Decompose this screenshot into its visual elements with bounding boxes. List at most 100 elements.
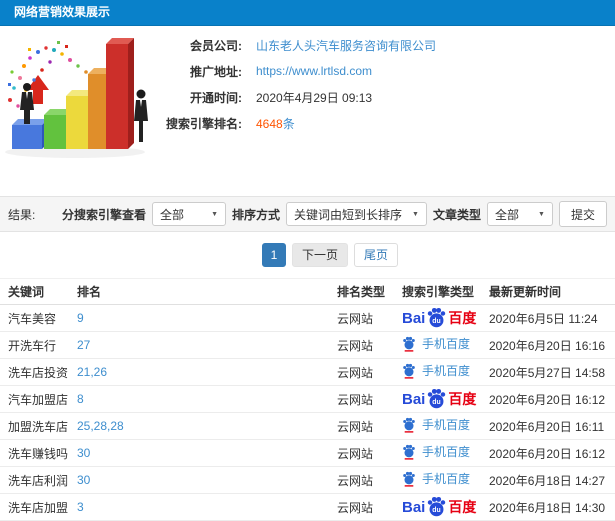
keyword-cell: 洗车店利润: [0, 466, 77, 494]
open-time-row: 开通时间: 2020年4月29日 09:13: [148, 84, 436, 110]
engine-cell: Bai du 百度: [402, 493, 489, 521]
engine-cell: 手机百度: [402, 331, 489, 359]
table-row: 汽车加盟店 8 云网站 Bai du 百度 2020年6月20日 16:12: [0, 385, 615, 413]
rank-link[interactable]: 25,28,28: [77, 419, 124, 433]
mobile-baidu-logo: 手机百度: [402, 444, 470, 460]
mobile-baidu-logo: 手机百度: [402, 363, 470, 379]
last-page-button[interactable]: 尾页: [354, 243, 399, 267]
update-time-cell: 2020年6月20日 16:16: [489, 331, 615, 359]
rank-cell: 25,28,28: [77, 412, 337, 440]
header-update-time: 最新更新时间: [489, 278, 615, 305]
keyword-cell: 开洗车行: [0, 331, 77, 359]
rank-link[interactable]: 3: [77, 500, 84, 514]
rank-type-cell: 云网站: [337, 493, 402, 521]
table-row: 加盟洗车店 25,28,28 云网站 手机百度 2020年6月20日 16:11: [0, 412, 615, 440]
rank-type-cell: 云网站: [337, 358, 402, 386]
keyword-cell: 汽车美容: [0, 304, 77, 332]
caret-down-icon: ▼: [538, 210, 545, 218]
table-row: 洗车店加盟 3 云网站 Bai du 百度 2020年6月18日 14:30: [0, 493, 615, 521]
update-time-cell: 2020年6月5日 11:24: [489, 304, 615, 332]
keyword-ranking-table: 关键词 排名 排名类型 搜索引擎类型 最新更新时间 汽车美容 9 云网站 Bai…: [0, 278, 615, 521]
update-time-cell: 2020年5月27日 14:58: [489, 358, 615, 386]
engine-cell: 手机百度: [402, 412, 489, 440]
member-company-link[interactable]: 山东老人头汽车服务咨询有限公司: [256, 37, 436, 54]
baidu-paw-icon: du: [428, 388, 446, 408]
mobile-baidu-logo: 手机百度: [402, 417, 470, 433]
baidu-paw-icon: du: [428, 307, 446, 327]
engine-rank-value: 4648条: [256, 115, 295, 132]
filter-controls: 分搜索引擎查看 全部 ▼ 排序方式 关键词由短到长排序 ▼ 文章类型 全部 ▼ …: [62, 201, 607, 227]
header-rank-type: 排名类型: [337, 278, 402, 305]
rank-unit: 条: [282, 116, 295, 131]
window-title-bar: 网络营销效果展示: [0, 0, 615, 26]
svg-text:du: du: [433, 506, 441, 513]
keyword-cell: 加盟洗车店: [0, 412, 77, 440]
page-1-button[interactable]: 1: [262, 243, 286, 267]
baidu-logo: Bai du 百度: [402, 307, 477, 329]
rank-link[interactable]: 8: [77, 392, 84, 406]
next-page-button[interactable]: 下一页: [292, 243, 349, 267]
baidu-wordmark-cn: 百度: [448, 310, 477, 326]
sort-select-value: 关键词由短到长排序: [294, 207, 403, 222]
rank-type-cell: 云网站: [337, 439, 402, 467]
company-info-fields: 会员公司: 山东老人头汽车服务咨询有限公司 推广地址: https://www.…: [148, 32, 436, 136]
update-time-cell: 2020年6月20日 16:11: [489, 412, 615, 440]
table-header-row: 关键词 排名 排名类型 搜索引擎类型 最新更新时间: [0, 278, 615, 305]
rank-cell: 9: [77, 304, 337, 332]
mobile-baidu-paw-icon: [403, 363, 415, 379]
promo-url-row: 推广地址: https://www.lrtlsd.com: [148, 58, 436, 84]
open-time-value: 2020年4月29日 09:13: [256, 90, 373, 105]
table-row: 汽车美容 9 云网站 Bai du 百度 2020年6月5日 11:24: [0, 304, 615, 332]
header-rank: 排名: [77, 278, 337, 305]
update-time-cell: 2020年6月18日 14:27: [489, 466, 615, 494]
engine-filter-label: 分搜索引擎查看: [61, 207, 146, 222]
table-row: 开洗车行 27 云网站 手机百度 2020年6月20日 16:16: [0, 331, 615, 359]
rank-cell: 8: [77, 385, 337, 413]
baidu-logo: Bai du 百度: [402, 496, 477, 518]
engine-rank-label: 搜索引擎排名:: [166, 116, 242, 131]
engine-cell: 手机百度: [402, 466, 489, 494]
article-type-label: 文章类型: [432, 207, 481, 222]
mobile-baidu-label: 手机百度: [422, 444, 471, 459]
promo-url-link[interactable]: https://www.lrtlsd.com: [256, 64, 372, 78]
submit-button[interactable]: 提交: [558, 201, 607, 227]
article-type-select[interactable]: 全部 ▼: [486, 202, 553, 226]
rank-type-cell: 云网站: [337, 304, 402, 332]
rank-link[interactable]: 9: [77, 311, 84, 325]
rank-link[interactable]: 30: [77, 446, 90, 460]
engine-rank-row: 搜索引擎排名: 4648条: [148, 110, 436, 136]
engine-cell: 手机百度: [402, 439, 489, 467]
member-company-row: 会员公司: 山东老人头汽车服务咨询有限公司: [148, 32, 436, 58]
sort-select[interactable]: 关键词由短到长排序 ▼: [286, 202, 427, 226]
rank-type-cell: 云网站: [337, 466, 402, 494]
mobile-baidu-label: 手机百度: [422, 336, 471, 351]
engine-cell: Bai du 百度: [402, 304, 489, 332]
mobile-baidu-label: 手机百度: [422, 363, 471, 378]
baidu-wordmark-cn: 百度: [448, 499, 477, 515]
mobile-baidu-logo: 手机百度: [402, 471, 470, 487]
bar-chart-illustration: [5, 38, 148, 158]
rank-cell: 3: [77, 493, 337, 521]
mobile-baidu-label: 手机百度: [422, 471, 471, 486]
table-body: 汽车美容 9 云网站 Bai du 百度 2020年6月5日 11:24 开洗车…: [0, 304, 615, 521]
rank-link[interactable]: 27: [77, 338, 90, 352]
article-type-select-value: 全部: [494, 207, 519, 222]
rank-link[interactable]: 30: [77, 473, 90, 487]
mobile-baidu-paw-icon: [403, 417, 415, 433]
rank-count: 4648: [256, 116, 283, 131]
engine-select[interactable]: 全部 ▼: [152, 202, 226, 226]
svg-text:du: du: [433, 398, 441, 405]
keyword-cell: 洗车店加盟: [0, 493, 77, 521]
rank-link[interactable]: 21,26: [77, 365, 107, 379]
table-row: 洗车店利润 30 云网站 手机百度 2020年6月18日 14:27: [0, 466, 615, 494]
sort-filter-label: 排序方式: [232, 207, 281, 222]
mobile-baidu-label: 手机百度: [422, 417, 471, 432]
rank-cell: 30: [77, 466, 337, 494]
caret-down-icon: ▼: [412, 210, 419, 218]
svg-text:du: du: [433, 317, 441, 324]
baidu-wordmark-cn: 百度: [448, 391, 477, 407]
baidu-wordmark-bai: Bai: [402, 309, 426, 327]
table-row: 洗车赚钱吗 30 云网站 手机百度 2020年6月20日 16:12: [0, 439, 615, 467]
result-label: 结果:: [8, 207, 36, 222]
header-engine-type: 搜索引擎类型: [402, 278, 489, 305]
